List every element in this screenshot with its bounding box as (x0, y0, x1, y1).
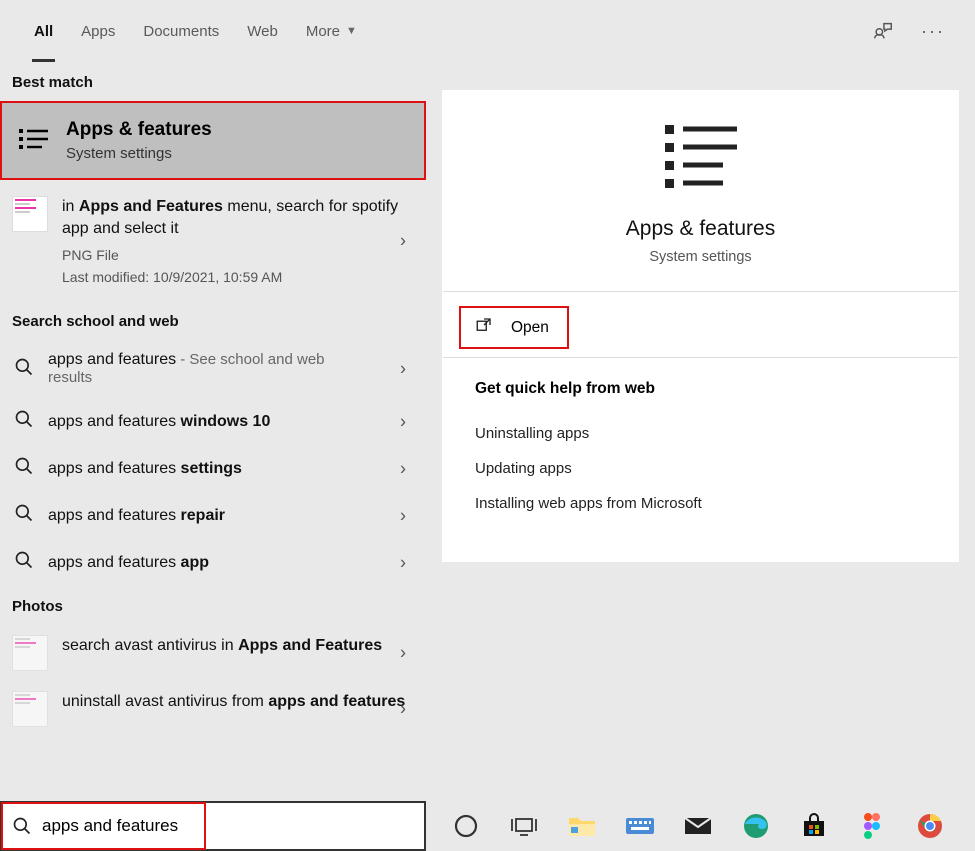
photo-result-title: uninstall avast antivirus from apps and … (62, 691, 412, 713)
edge-icon[interactable] (738, 808, 774, 844)
more-options-icon[interactable]: ··· (921, 19, 945, 43)
file-thumbnail-icon (12, 196, 48, 232)
task-view-icon[interactable] (506, 808, 542, 844)
file-result-title: in Apps and Features menu, search for sp… (62, 196, 412, 239)
photo-result-1[interactable]: uninstall avast antivirus from apps and … (0, 681, 426, 737)
photo-result-0[interactable]: search avast antivirus in Apps and Featu… (0, 625, 426, 681)
cortana-icon[interactable] (448, 808, 484, 844)
search-box-container[interactable] (0, 801, 426, 851)
result-preview-panel: Apps & features System settings Open Get… (426, 62, 975, 801)
photo-result-title: search avast antivirus in Apps and Featu… (62, 635, 412, 657)
tab-more[interactable]: More ▼ (292, 15, 371, 48)
figma-icon[interactable] (854, 808, 890, 844)
suggestion-text: apps and features - See school and web r… (48, 351, 348, 387)
group-best-match: Best match (0, 62, 426, 101)
search-filter-tabs: All Apps Documents Web More ▼ ··· (0, 0, 975, 62)
mail-icon[interactable] (680, 808, 716, 844)
file-explorer-icon[interactable] (564, 808, 600, 844)
chevron-right-icon: › (400, 699, 406, 720)
photo-thumbnail-icon (12, 635, 48, 671)
chevron-down-icon: ▼ (346, 25, 357, 37)
tab-documents[interactable]: Documents (129, 15, 233, 48)
file-result-modified: Last modified: 10/9/2021, 10:59 AM (62, 269, 412, 285)
quick-help-heading: Get quick help from web (475, 380, 930, 398)
group-search-web: Search school and web (0, 301, 426, 340)
suggestion-text: apps and features windows 10 (48, 413, 270, 431)
group-photos: Photos (0, 586, 426, 625)
tab-more-label: More (306, 23, 340, 40)
tab-web[interactable]: Web (233, 15, 292, 48)
apps-features-large-icon (659, 119, 743, 195)
search-icon (14, 456, 34, 481)
web-suggestion-3[interactable]: apps and features repair › (0, 492, 426, 539)
chevron-right-icon: › (400, 505, 406, 526)
suggestion-text: apps and features settings (48, 460, 242, 478)
chevron-right-icon: › (400, 411, 406, 432)
search-input[interactable] (42, 812, 424, 840)
microsoft-store-icon[interactable] (796, 808, 832, 844)
tab-all[interactable]: All (20, 15, 67, 48)
preview-subtitle: System settings (649, 249, 751, 265)
help-link-uninstalling[interactable]: Uninstalling apps (475, 416, 930, 451)
preview-title: Apps & features (626, 217, 775, 241)
chevron-right-icon: › (400, 458, 406, 479)
chevron-right-icon: › (400, 552, 406, 573)
feedback-icon[interactable] (871, 19, 895, 43)
suggestion-text: apps and features repair (48, 507, 225, 525)
chrome-icon[interactable] (912, 808, 948, 844)
file-result-type: PNG File (62, 247, 412, 263)
search-icon (14, 503, 34, 528)
apps-features-list-icon (16, 123, 52, 159)
help-link-updating[interactable]: Updating apps (475, 451, 930, 486)
web-suggestion-2[interactable]: apps and features settings › (0, 445, 426, 492)
web-suggestion-1[interactable]: apps and features windows 10 › (0, 398, 426, 445)
search-icon (14, 550, 34, 575)
help-link-installing-web-apps[interactable]: Installing web apps from Microsoft (475, 486, 930, 521)
open-label: Open (511, 319, 549, 337)
on-screen-keyboard-icon[interactable] (622, 808, 658, 844)
best-match-subtitle: System settings (66, 145, 212, 162)
search-icon (14, 357, 34, 382)
search-icon (2, 816, 42, 836)
file-result[interactable]: in Apps and Features menu, search for sp… (0, 180, 426, 301)
search-icon (14, 409, 34, 434)
chevron-right-icon: › (400, 359, 406, 380)
open-action[interactable]: Open (459, 306, 569, 349)
taskbar (426, 801, 975, 851)
chevron-right-icon: › (400, 643, 406, 664)
open-external-icon (475, 316, 493, 339)
web-suggestion-4[interactable]: apps and features app › (0, 539, 426, 586)
photo-thumbnail-icon (12, 691, 48, 727)
chevron-right-icon: › (400, 230, 406, 251)
web-suggestion-0[interactable]: apps and features - See school and web r… (0, 340, 426, 398)
search-results-panel: Best match Apps & features System settin… (0, 62, 426, 801)
tab-apps[interactable]: Apps (67, 15, 129, 48)
suggestion-text: apps and features app (48, 554, 209, 572)
best-match-result[interactable]: Apps & features System settings (0, 101, 426, 180)
best-match-title: Apps & features (66, 119, 212, 141)
